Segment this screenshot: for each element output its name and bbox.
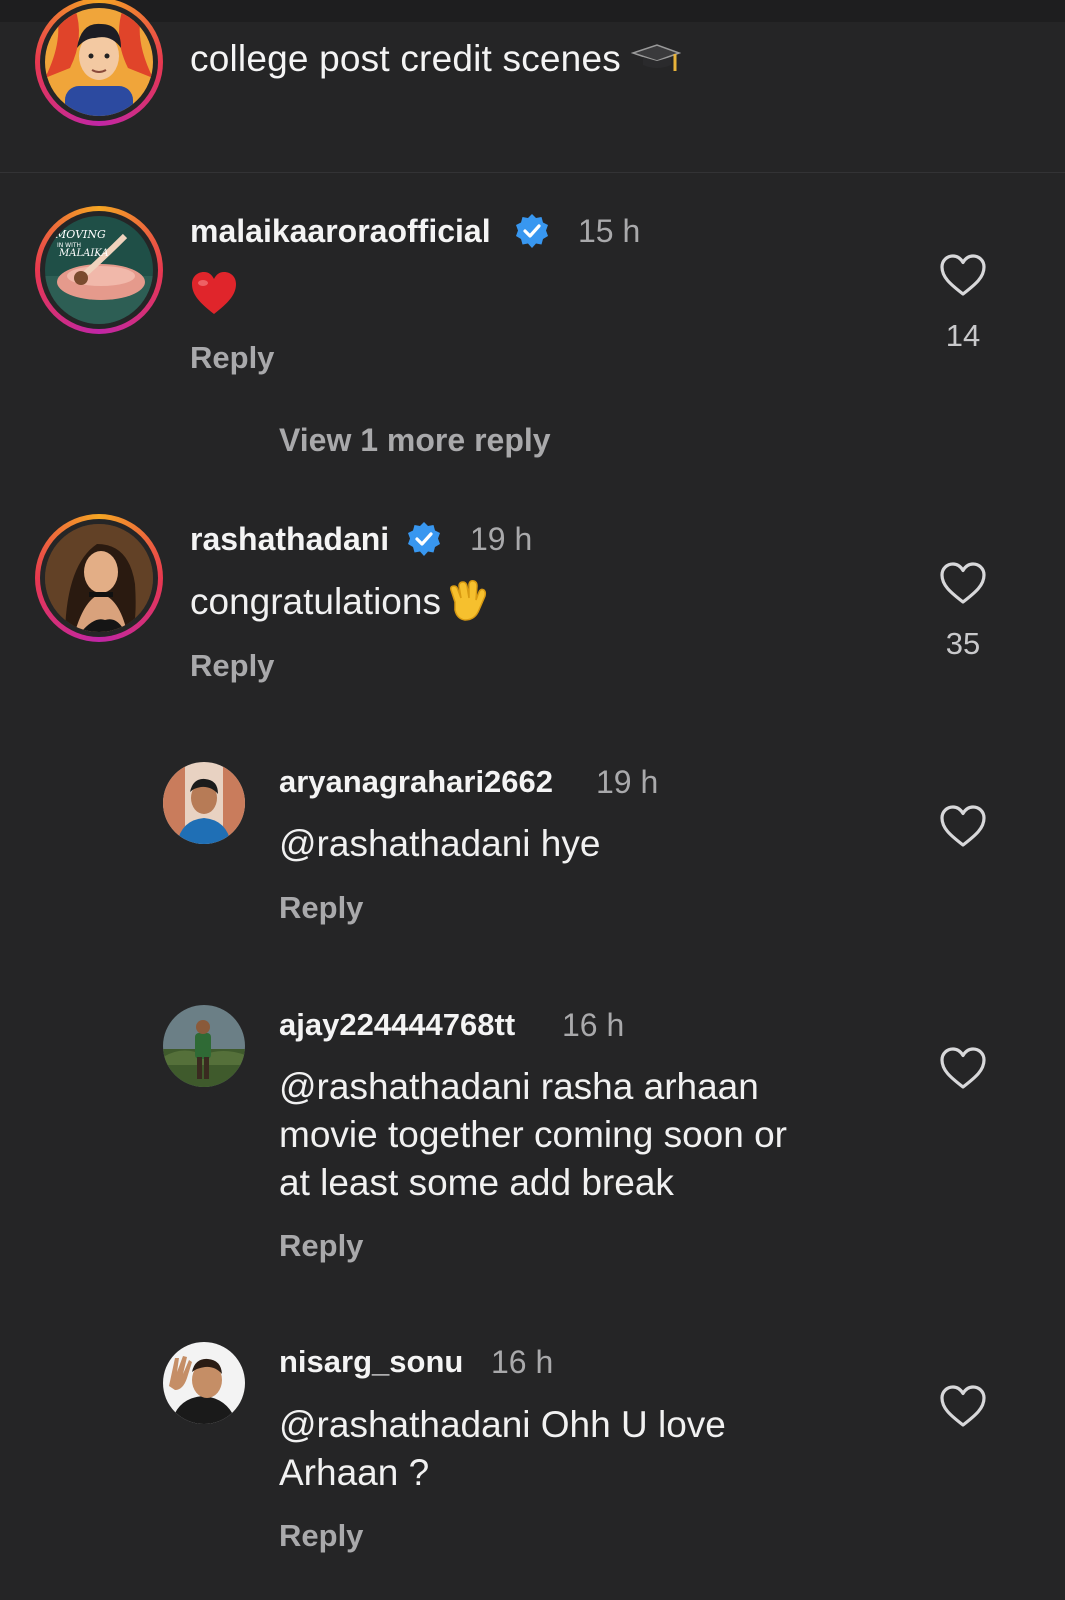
avatar-text-1: MOVING <box>54 228 106 241</box>
red-heart-emoji-icon <box>190 270 238 321</box>
top-band <box>0 0 1065 22</box>
waving-hand-emoji-icon <box>445 578 489 622</box>
reply-avatar[interactable] <box>163 1005 245 1087</box>
reply-username[interactable]: ajay224444768tt <box>279 1007 515 1043</box>
comment-username[interactable]: rashathadani <box>190 521 389 558</box>
reply-text-line: movie together coming soon or <box>279 1114 787 1155</box>
reply-text-line: at least some add break <box>279 1162 674 1203</box>
verified-badge-icon <box>514 213 550 254</box>
comment-avatar[interactable] <box>45 524 153 632</box>
reply-button[interactable]: Reply <box>279 1518 363 1554</box>
post-caption-text: college post credit scenes <box>190 38 621 79</box>
like-heart-icon[interactable] <box>939 253 987 302</box>
comment-username[interactable]: malaikaaroraofficial <box>190 213 491 250</box>
reply-text-line: Arhaan ? <box>279 1452 430 1493</box>
reply-time: 16 h <box>562 1007 625 1043</box>
comment-text: congratulations <box>190 578 489 626</box>
view-more-replies-button[interactable]: View 1 more reply <box>279 422 551 459</box>
like-count: 35 <box>945 626 981 661</box>
reply-avatar[interactable] <box>163 1342 245 1424</box>
post-caption: college post credit scenes <box>190 38 682 80</box>
reply-button[interactable]: Reply <box>279 890 363 926</box>
reply-time: 16 h <box>491 1344 554 1380</box>
reply-button[interactable]: Reply <box>279 1228 363 1264</box>
reply-text-line: @rashathadani hye <box>279 823 601 864</box>
reply-avatar[interactable] <box>163 762 245 844</box>
divider <box>0 172 1065 173</box>
reply-button[interactable]: Reply <box>190 340 274 376</box>
reply-text-line: @rashathadani rasha arhaan <box>279 1066 759 1107</box>
reply-username[interactable]: aryanagrahari2662 <box>279 764 553 800</box>
avatar-text-3: MALAIKA <box>58 248 109 259</box>
like-heart-icon[interactable] <box>939 1384 987 1433</box>
like-count: 14 <box>945 318 981 353</box>
reply-time: 19 h <box>596 764 659 800</box>
reply-username[interactable]: nisarg_sonu <box>279 1344 463 1380</box>
comment-time: 19 h <box>470 521 533 557</box>
author-avatar[interactable] <box>45 8 153 116</box>
graduation-cap-icon <box>631 41 682 75</box>
reply-button[interactable]: Reply <box>190 648 274 684</box>
like-heart-icon[interactable] <box>939 1046 987 1095</box>
like-heart-icon[interactable] <box>939 561 987 610</box>
comment-avatar[interactable]: MOVING IN WITH MALAIKA <box>45 216 153 324</box>
comment-time: 15 h <box>578 213 641 249</box>
comment-text-content: congratulations <box>190 581 441 622</box>
reply-text-line: @rashathadani Ohh U love <box>279 1404 726 1445</box>
like-heart-icon[interactable] <box>939 804 987 853</box>
verified-badge-icon <box>406 521 442 562</box>
